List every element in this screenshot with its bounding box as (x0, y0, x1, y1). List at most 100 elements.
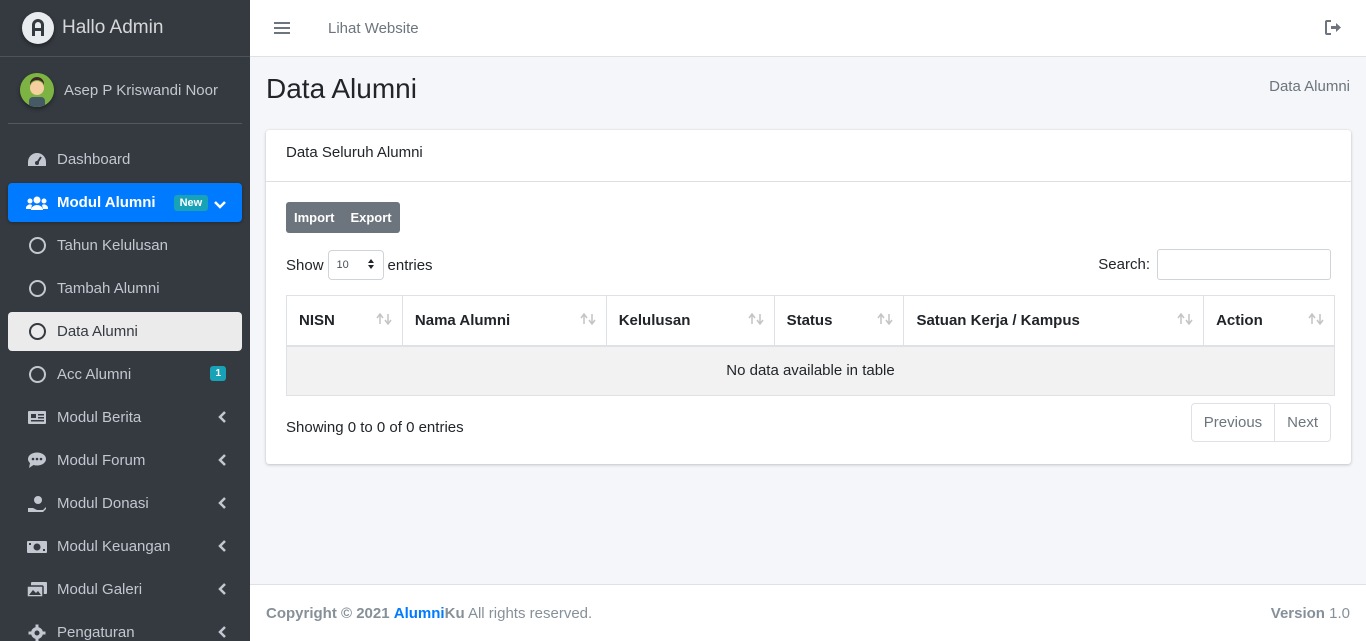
circle-icon (26, 279, 48, 299)
user-name: Asep P Kriswandi Noor (64, 81, 218, 99)
next-button[interactable]: Next (1274, 404, 1330, 441)
footer: Copyright © 2021 AlumniKu All rights res… (250, 584, 1366, 641)
version-number: 1.0 (1329, 604, 1350, 622)
sidebar-item-label: Tambah Alumni (57, 280, 160, 297)
users-icon (26, 193, 48, 213)
chevron-left-icon (218, 410, 226, 427)
footer-copyright: Copyright © 2021 AlumniKu All rights res… (266, 605, 592, 622)
circle-icon (26, 322, 48, 342)
entries-value: 10 (336, 259, 349, 271)
previous-button[interactable]: Previous (1192, 404, 1274, 441)
footer-version: Version 1.0 (1271, 605, 1350, 622)
avatar (20, 73, 54, 107)
sort-icon (1308, 312, 1324, 329)
sidebar-nav: Dashboard Modul Alumni New Tahun Kelulus… (0, 140, 250, 641)
sidebar-item-modul-forum[interactable]: Modul Forum (8, 441, 242, 480)
sidebar-item-modul-galeri[interactable]: Modul Galeri (8, 570, 242, 609)
chevron-down-icon (214, 197, 226, 214)
length-control: Show 10 entries (286, 250, 433, 280)
sidebar-item-pengaturan[interactable]: Pengaturan (8, 613, 242, 641)
brand-title: Hallo Admin (62, 17, 164, 38)
entries-label: entries (387, 256, 433, 274)
comment-icon (26, 451, 48, 471)
sidebar-item-modul-berita[interactable]: Modul Berita (8, 398, 242, 437)
footer-brand-link[interactable]: AlumniKu (394, 605, 465, 622)
page-title: Data Alumni (266, 73, 417, 104)
column-header[interactable]: Satuan Kerja / Kampus (903, 295, 1205, 347)
chevron-left-icon (218, 539, 226, 556)
sidebar-item-data-alumni[interactable]: Data Alumni (8, 312, 242, 351)
show-label: Show (286, 256, 324, 274)
column-header[interactable]: Kelulusan (605, 295, 775, 347)
sidebar-item-modul-donasi[interactable]: Modul Donasi (8, 484, 242, 523)
import-button[interactable]: Import (286, 202, 343, 233)
column-header[interactable]: Status (773, 295, 905, 347)
entries-select[interactable]: 10 (327, 250, 384, 280)
sidebar-item-acc-alumni[interactable]: Acc Alumni 1 (8, 355, 242, 394)
sidebar-item-modul-keuangan[interactable]: Modul Keuangan (8, 527, 242, 566)
search-control: Search: (1098, 249, 1331, 280)
chevron-left-icon (218, 496, 226, 513)
sidebar-item-label: Pengaturan (57, 624, 135, 641)
sidebar-item-label: Modul Berita (57, 409, 142, 426)
circle-icon (26, 365, 48, 385)
brand-link[interactable]: Hallo Admin (0, 0, 250, 57)
footer-brand-a: Alumni (393, 604, 445, 622)
sort-icon (1177, 312, 1193, 329)
sidebar-item-tambah-alumni[interactable]: Tambah Alumni (8, 269, 242, 308)
breadcrumb: Data Alumni (1269, 78, 1350, 95)
sidebar-item-label: Modul Donasi (57, 495, 149, 512)
search-input[interactable] (1157, 249, 1331, 280)
count-badge: 1 (210, 366, 226, 381)
new-badge: New (173, 194, 209, 211)
donate-icon (26, 494, 48, 514)
sidebar-item-label: Data Alumni (57, 323, 138, 340)
chevron-left-icon (218, 625, 226, 641)
sidebar-item-label: Tahun Kelulusan (57, 237, 168, 254)
money-bill-icon (26, 537, 48, 557)
card-title: Data Seluruh Alumni (266, 130, 1351, 182)
chevron-left-icon (218, 453, 226, 470)
sort-icon (877, 312, 894, 329)
newspaper-icon (26, 408, 48, 428)
select-arrows-icon (367, 258, 375, 273)
sidebar-item-label: Acc Alumni (57, 366, 132, 383)
sidebar-item-label: Modul Alumni (57, 194, 156, 211)
export-button-group: Import Export (286, 202, 400, 233)
sidebar-item-label: Modul Galeri (57, 581, 143, 598)
sidebar: Hallo Admin Asep P Kriswandi Noor Dashbo… (0, 0, 250, 641)
footer-brand-b: Ku (444, 604, 465, 622)
menu-toggle-icon[interactable] (274, 19, 290, 37)
images-icon (26, 580, 48, 600)
main-content: Data Alumni Data Alumni Data Seluruh Alu… (250, 57, 1366, 584)
column-header[interactable]: Nama Alumni (401, 295, 607, 347)
sidebar-item-tahun-kelulusan[interactable]: Tahun Kelulusan (8, 226, 242, 265)
sidebar-item-label: Dashboard (57, 151, 131, 168)
table-info: Showing 0 to 0 of 0 entries (286, 419, 464, 436)
pagination: Previous Next (1190, 403, 1331, 442)
column-header[interactable]: NISN (286, 295, 403, 347)
column-header[interactable]: Action (1203, 295, 1335, 347)
export-button[interactable]: Export (342, 202, 400, 233)
user-panel[interactable]: Asep P Kriswandi Noor (8, 57, 242, 124)
rights-text: All rights reserved. (467, 604, 593, 622)
version-label: Version (1270, 604, 1325, 622)
search-label: Search: (1098, 256, 1150, 273)
copyright-text: Copyright © 2021 (266, 604, 390, 622)
gear-icon (26, 623, 48, 641)
sidebar-item-label: Modul Keuangan (57, 538, 171, 555)
dashboard-icon (26, 150, 48, 170)
lihat-website-link[interactable]: Lihat Website (328, 20, 419, 37)
alumni-card: Data Seluruh Alumni Import Export Show 1… (266, 130, 1351, 464)
brand-logo-icon (22, 12, 54, 44)
chevron-left-icon (218, 582, 226, 599)
top-navbar: Lihat Website (250, 0, 1366, 57)
sidebar-item-dashboard[interactable]: Dashboard (8, 140, 242, 179)
alumni-table: NISN Nama Alumni Kelulusan Status Satuan… (286, 295, 1335, 396)
empty-table-message: No data available in table (286, 345, 1335, 396)
sidebar-item-modul-alumni[interactable]: Modul Alumni New (8, 183, 242, 222)
logout-icon[interactable] (1325, 20, 1342, 39)
sort-icon (580, 312, 596, 329)
sort-icon (747, 312, 764, 329)
sort-icon (376, 312, 392, 329)
